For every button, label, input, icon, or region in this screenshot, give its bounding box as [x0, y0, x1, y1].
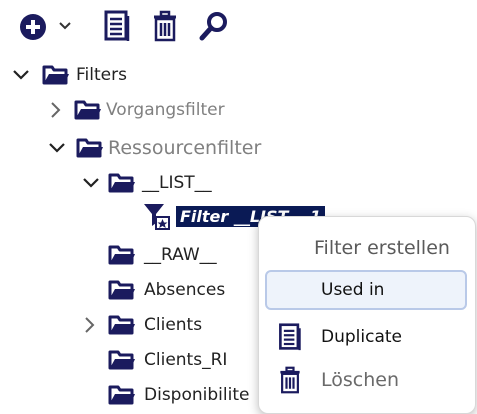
menu-item-used-in[interactable]: Used in [265, 270, 467, 310]
folder-open-icon [108, 245, 135, 265]
folder-open-icon [108, 173, 135, 193]
trash-icon[interactable] [152, 10, 178, 42]
folder-open-icon [74, 100, 101, 120]
tree-node-vorgangsfilter[interactable]: Vorgangsfilter [48, 93, 225, 127]
document-list-icon [279, 323, 301, 351]
chevron-down-icon[interactable] [48, 140, 66, 156]
chevron-right-icon[interactable] [82, 316, 98, 334]
tree-label-list: __LIST__ [142, 173, 212, 193]
chevron-down-icon[interactable] [82, 175, 100, 191]
chevron-right-icon[interactable] [48, 101, 64, 119]
menu-label-loeschen: Löschen [321, 369, 399, 391]
menu-label-used-in: Used in [321, 280, 385, 300]
tree-label-absences: Absences [144, 280, 226, 300]
folder-open-icon [108, 385, 135, 405]
tree-node-clients-ri[interactable]: Clients_RI [108, 343, 227, 377]
filter-funnel-icon [144, 204, 170, 230]
tree-label-vorgangsfilter: Vorgangsfilter [106, 100, 225, 120]
folder-open-icon [42, 65, 69, 85]
tree-label-ressourcenfilter: Ressourcenfilter [108, 137, 262, 159]
add-circle-icon[interactable] [18, 12, 48, 42]
folder-open-icon [108, 350, 135, 370]
context-menu: Filter erstellen Used in Duplicate Lösch… [258, 216, 476, 414]
folder-open-icon [108, 315, 135, 335]
magnifier-icon[interactable] [198, 10, 230, 42]
tree-node-list[interactable]: __LIST__ [82, 166, 212, 200]
trash-icon [280, 366, 300, 394]
menu-item-filter-erstellen[interactable]: Filter erstellen [314, 237, 450, 259]
folder-open-icon [76, 138, 103, 158]
tree-node-filters[interactable]: Filters [12, 58, 127, 92]
tree-node-clients[interactable]: Clients [82, 308, 202, 342]
menu-item-loeschen[interactable]: Löschen [265, 360, 467, 400]
tree-label-clients-ri: Clients_RI [144, 350, 228, 370]
toolbar [0, 0, 477, 52]
tree-label-filters: Filters [76, 65, 127, 85]
document-list-icon[interactable] [104, 10, 130, 42]
tree-node-raw[interactable]: __RAW__ [108, 238, 217, 272]
tree-node-absences[interactable]: Absences [108, 273, 225, 307]
menu-item-duplicate[interactable]: Duplicate [265, 317, 467, 357]
folder-open-icon [108, 280, 135, 300]
tree-label-raw: __RAW__ [144, 245, 217, 265]
tree-label-clients: Clients [144, 315, 203, 335]
menu-label-duplicate: Duplicate [321, 327, 402, 347]
chevron-down-icon[interactable] [58, 20, 72, 32]
tree-node-disponibilite[interactable]: Disponibilite [108, 378, 249, 412]
tree-label-disponibilite: Disponibilite [144, 385, 250, 405]
chevron-down-icon[interactable] [12, 67, 30, 83]
tree-node-ressourcenfilter[interactable]: Ressourcenfilter [48, 131, 261, 165]
